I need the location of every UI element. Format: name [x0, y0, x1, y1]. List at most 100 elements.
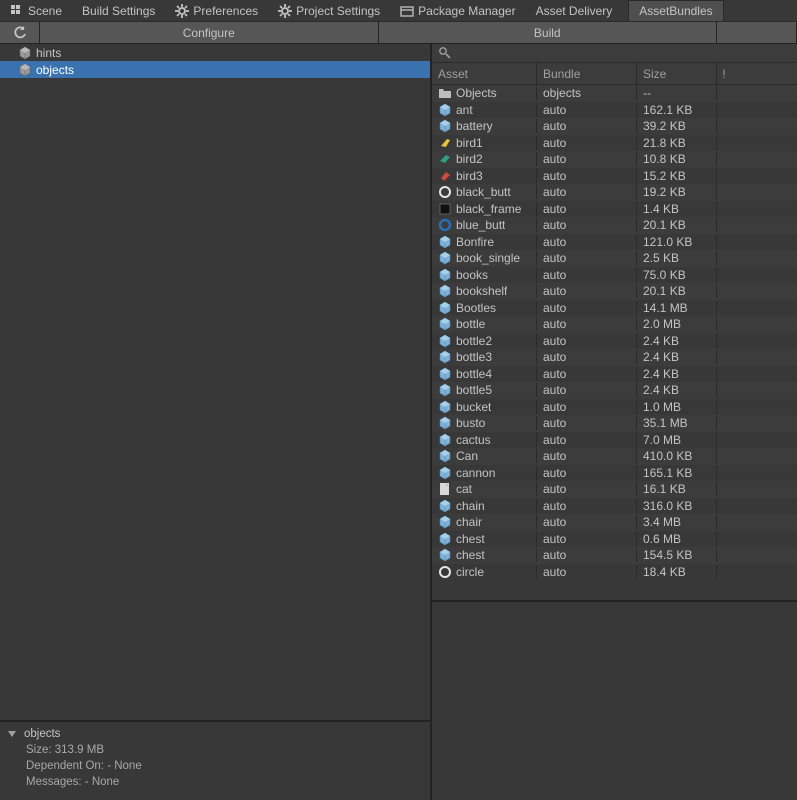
table-row[interactable]: black_buttauto19.2 KB — [432, 184, 797, 201]
details-messages: Messages: - None — [6, 774, 424, 790]
cell-size: 7.0 MB — [637, 433, 717, 447]
menu-asset-delivery[interactable]: Asset Delivery — [526, 1, 623, 21]
cell-asset: chest — [432, 532, 537, 546]
table-row[interactable]: antauto162.1 KB — [432, 102, 797, 119]
cell-size: 162.1 KB — [637, 103, 717, 117]
table-row[interactable]: chairauto3.4 MB — [432, 514, 797, 531]
bundle-row[interactable]: objects — [0, 61, 430, 78]
cell-asset: circle — [432, 565, 537, 579]
asset-name: battery — [456, 119, 493, 133]
cell-asset: busto — [432, 416, 537, 430]
tab-build[interactable]: Build — [379, 22, 718, 43]
cell-size: 0.6 MB — [637, 532, 717, 546]
cell-bundle: auto — [537, 367, 637, 381]
cell-bundle: auto — [537, 218, 637, 232]
tab-configure-label: Configure — [183, 26, 235, 40]
prefab-icon — [438, 499, 452, 513]
asset-name: bottle3 — [456, 350, 492, 364]
tab-configure[interactable]: Configure — [40, 22, 379, 43]
menu-scene[interactable]: Scene — [0, 1, 72, 21]
cell-size: 16.1 KB — [637, 482, 717, 496]
cell-asset: bottle2 — [432, 334, 537, 348]
menu-preferences[interactable]: Preferences — [165, 1, 268, 21]
table-row[interactable]: bottle5auto2.4 KB — [432, 382, 797, 399]
bundle-list[interactable]: hintsobjects — [0, 44, 430, 720]
search-input[interactable] — [452, 46, 791, 60]
col-size[interactable]: Size — [637, 63, 717, 84]
table-row[interactable]: chestauto154.5 KB — [432, 547, 797, 564]
tab-empty[interactable] — [717, 22, 797, 43]
table-row[interactable]: bottle4auto2.4 KB — [432, 366, 797, 383]
table-row[interactable]: bird3auto15.2 KB — [432, 168, 797, 185]
cell-size: 154.5 KB — [637, 548, 717, 562]
menu-package-manager[interactable]: Package Manager — [390, 1, 525, 21]
cell-bundle: auto — [537, 416, 637, 430]
cell-bundle: auto — [537, 334, 637, 348]
cell-asset: cat — [432, 482, 537, 496]
col-bundle[interactable]: Bundle — [537, 63, 637, 84]
menu-build-settings[interactable]: Build Settings — [72, 1, 165, 21]
ring-white-icon — [438, 565, 452, 579]
refresh-button[interactable] — [0, 22, 40, 43]
table-row[interactable]: cactusauto7.0 MB — [432, 432, 797, 449]
table-row[interactable]: circleauto18.4 KB — [432, 564, 797, 581]
table-row[interactable]: bottleauto2.0 MB — [432, 316, 797, 333]
cell-bundle: auto — [537, 317, 637, 331]
table-row[interactable]: catauto16.1 KB — [432, 481, 797, 498]
bundle-row[interactable]: hints — [0, 44, 430, 61]
cell-size: 3.4 MB — [637, 515, 717, 529]
cell-bundle: auto — [537, 251, 637, 265]
col-size-label: Size — [643, 67, 666, 81]
table-header: Asset Bundle Size ! — [432, 63, 797, 85]
cell-size: 2.4 KB — [637, 383, 717, 397]
asset-table[interactable]: Objectsobjects--antauto162.1 KBbattery au… — [432, 85, 797, 600]
table-row[interactable]: cannonauto165.1 KB — [432, 465, 797, 482]
table-row[interactable]: chestauto0.6 MB — [432, 531, 797, 548]
table-row[interactable]: batteryauto39.2 KB — [432, 118, 797, 135]
cell-bundle: auto — [537, 119, 637, 133]
menu-asset-bundles[interactable]: AssetBundles — [628, 0, 723, 21]
prefab-icon — [438, 433, 452, 447]
table-row[interactable]: blue_buttauto20.1 KB — [432, 217, 797, 234]
cell-asset: chair — [432, 515, 537, 529]
table-row[interactable]: book_singleauto2.5 KB — [432, 250, 797, 267]
table-row[interactable]: bottle3auto2.4 KB — [432, 349, 797, 366]
table-row[interactable]: bustoauto35.1 MB — [432, 415, 797, 432]
chevron-down-icon[interactable] — [6, 727, 20, 741]
menu-scene-label: Scene — [28, 4, 62, 18]
col-asset[interactable]: Asset — [432, 63, 537, 84]
details-size: Size: 313.9 MB — [6, 742, 424, 758]
cell-asset: Can — [432, 449, 537, 463]
table-row[interactable]: Objectsobjects-- — [432, 85, 797, 102]
table-row[interactable]: black_frameauto1.4 KB — [432, 201, 797, 218]
prefab-icon — [438, 268, 452, 282]
asset-name: bucket — [456, 400, 491, 414]
bundle-name: hints — [36, 46, 61, 60]
table-row[interactable]: booksauto75.0 KB — [432, 267, 797, 284]
table-row[interactable]: bottle2auto2.4 KB — [432, 333, 797, 350]
table-row[interactable]: Canauto410.0 KB — [432, 448, 797, 465]
table-row[interactable]: chainauto316.0 KB — [432, 498, 797, 515]
cell-asset: black_butt — [432, 185, 537, 199]
prefab-icon — [438, 383, 452, 397]
cell-asset: black_frame — [432, 202, 537, 216]
prefab-icon — [438, 103, 452, 117]
table-row[interactable]: bird1auto21.8 KB — [432, 135, 797, 152]
table-row[interactable]: bird2auto10.8 KB — [432, 151, 797, 168]
cell-bundle: auto — [537, 235, 637, 249]
menu-project-settings[interactable]: Project Settings — [268, 1, 390, 21]
table-row[interactable]: bookshelfauto20.1 KB — [432, 283, 797, 300]
table-row[interactable]: bucketauto1.0 MB — [432, 399, 797, 416]
col-warning[interactable]: ! — [717, 63, 731, 84]
table-row[interactable]: Bonfireauto121.0 KB — [432, 234, 797, 251]
asset-name: bottle4 — [456, 367, 492, 381]
cell-size: 1.4 KB — [637, 202, 717, 216]
cell-asset: Objects — [432, 86, 537, 100]
cell-bundle: auto — [537, 169, 637, 183]
refresh-icon — [13, 26, 27, 40]
cell-bundle: auto — [537, 350, 637, 364]
left-pane: hintsobjects objects Size: 313.9 MB Depe… — [0, 44, 432, 800]
cell-asset: bucket — [432, 400, 537, 414]
table-row[interactable]: Bootlesauto14.1 MB — [432, 300, 797, 317]
prefab-icon — [438, 367, 452, 381]
